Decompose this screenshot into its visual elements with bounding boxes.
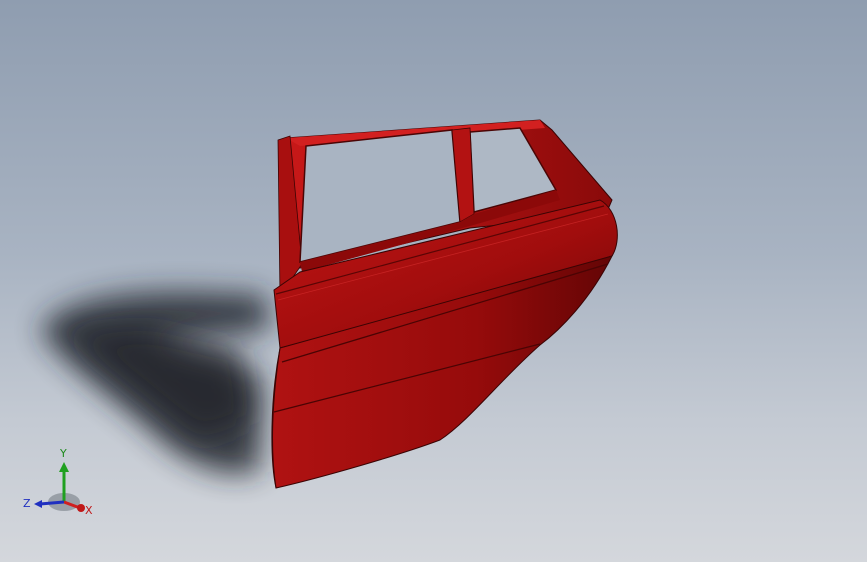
graphics-viewport[interactable]: Y X Z xyxy=(0,0,867,562)
car-door-model[interactable] xyxy=(271,119,618,489)
y-axis-label: Y xyxy=(59,447,67,460)
z-axis-label: Z xyxy=(23,497,31,510)
x-axis-label: X xyxy=(85,504,93,517)
model-view[interactable] xyxy=(0,0,867,562)
axis-triad: Y X Z xyxy=(23,447,93,517)
